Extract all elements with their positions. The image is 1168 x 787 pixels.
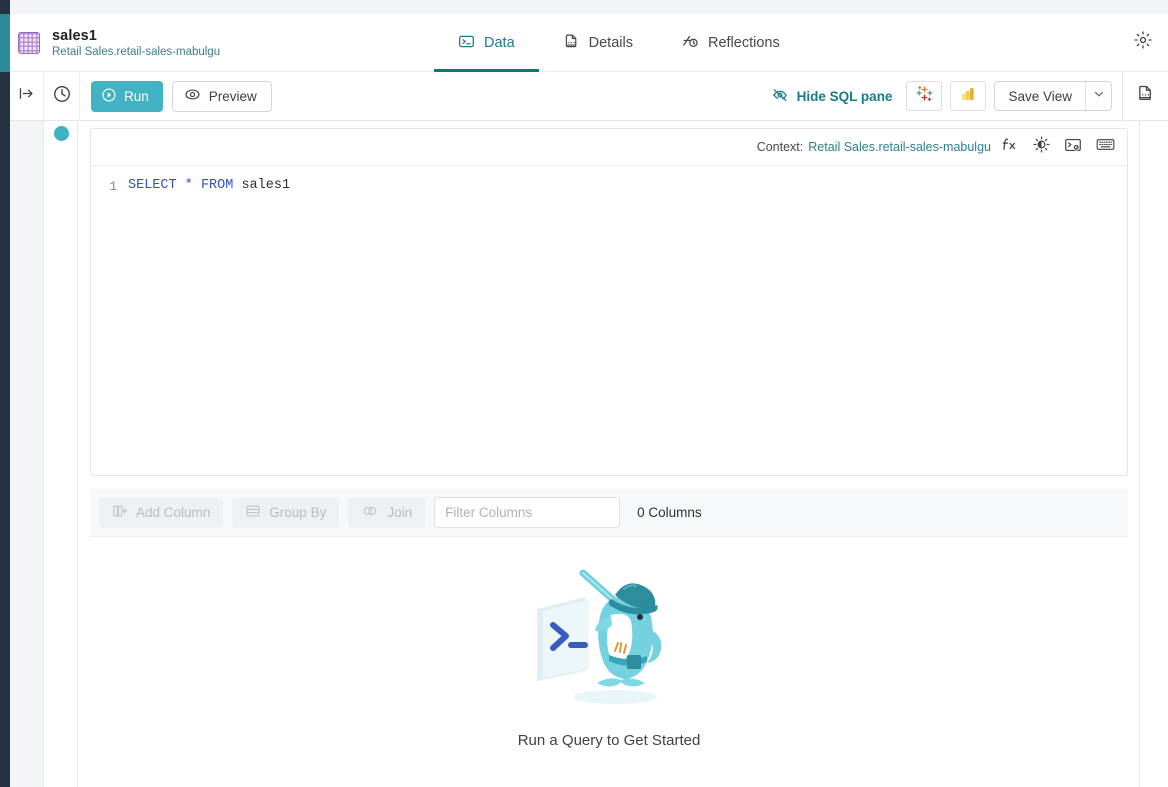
sql-code-editor[interactable]: 1 SELECT * FROM sales1 (91, 166, 1127, 197)
save-view-button[interactable]: Save View (994, 81, 1112, 111)
sql-space-1 (177, 178, 185, 193)
gear-icon (1133, 30, 1153, 55)
reflections-icon (681, 32, 699, 54)
sql-space-2 (193, 178, 201, 193)
join-label: Join (387, 505, 412, 520)
file-details-icon (563, 33, 580, 54)
main-content: Context: Retail Sales.retail-sales-mabul… (78, 121, 1140, 787)
page-header: sales1 Retail Sales.retail-sales-mabulgu… (10, 14, 1168, 72)
query-history-button[interactable] (44, 72, 80, 121)
tableau-button[interactable] (906, 81, 942, 111)
theme-brightness-button[interactable] (1027, 133, 1055, 161)
join-venn-icon (361, 502, 379, 523)
left-rail-accent (0, 14, 10, 72)
sql-keyword-select: SELECT (128, 178, 177, 193)
brightness-theme-icon (1032, 135, 1051, 159)
left-app-rail (0, 0, 10, 787)
sql-editor-panel: Context: Retail Sales.retail-sales-mabul… (90, 128, 1128, 476)
page-title: sales1 (52, 28, 220, 44)
terminal-prompt-icon (458, 33, 475, 54)
filter-columns-input[interactable] (434, 497, 620, 528)
action-toolbar: Run Preview (10, 72, 1168, 121)
settings-gear-button[interactable] (1128, 28, 1158, 58)
header-tabs: Data Details (434, 14, 804, 72)
columns-toolbar: Add Column Group By Join (90, 489, 1128, 537)
powerbi-icon (959, 85, 977, 108)
preview-button-label: Preview (209, 89, 257, 104)
tab-data-label: Data (484, 35, 515, 51)
save-view-label: Save View (995, 82, 1085, 110)
expand-panel-button[interactable] (10, 72, 44, 121)
chevron-down-icon (1093, 87, 1105, 105)
sql-keyword-from: FROM (201, 178, 233, 193)
run-button-label: Run (124, 89, 149, 104)
group-by-label: Group By (269, 505, 326, 520)
tab-reflections-label: Reflections (708, 35, 780, 51)
window-top-strip (0, 0, 1168, 14)
dremio-dataset-page: sales1 Retail Sales.retail-sales-mabulgu… (0, 0, 1168, 787)
right-side-panel (1140, 121, 1168, 787)
tableau-icon (915, 84, 934, 108)
add-column-icon (112, 503, 128, 522)
clock-history-icon (52, 84, 72, 109)
dataset-icon-wrap (18, 32, 40, 54)
add-column-label: Add Column (136, 505, 210, 520)
file-dataset-icon (1136, 84, 1155, 108)
play-circle-icon (101, 87, 117, 106)
tab-data[interactable]: Data (434, 14, 539, 72)
context-label: Context: (757, 140, 804, 154)
sql-table-name: sales1 (241, 178, 290, 193)
join-button[interactable]: Join (348, 498, 425, 528)
toolbar-right-group: Hide SQL pane (771, 72, 1168, 121)
dark-terminal-button[interactable] (1059, 133, 1087, 161)
sql-context-bar: Context: Retail Sales.retail-sales-mabul… (91, 129, 1127, 166)
empty-state-caption: Run a Query to Get Started (518, 732, 701, 749)
add-column-button[interactable]: Add Column (99, 498, 223, 528)
dataset-path-link[interactable]: Retail Sales.retail-sales-mabulgu (52, 46, 220, 58)
group-by-icon (245, 503, 261, 522)
save-view-dropdown[interactable] (1085, 82, 1111, 110)
tab-reflections[interactable]: Reflections (657, 14, 804, 72)
code-line-1: 1 SELECT * FROM sales1 (91, 176, 1127, 197)
eye-slash-icon (771, 86, 789, 107)
tab-details[interactable]: Details (539, 14, 657, 72)
keyboard-shortcuts-icon (1095, 134, 1116, 160)
line-number: 1 (91, 176, 117, 197)
query-status-column (44, 121, 78, 787)
run-button[interactable]: Run (91, 81, 163, 112)
sql-star: * (185, 178, 193, 193)
query-status-dot (54, 126, 69, 141)
dremio-narwhal-terminal-illustration (523, 551, 695, 716)
hide-sql-pane-button[interactable]: Hide SQL pane (771, 86, 893, 107)
group-by-button[interactable]: Group By (232, 498, 339, 528)
column-count-label: 0 Columns (637, 505, 702, 520)
hide-sql-pane-label: Hide SQL pane (797, 89, 893, 104)
preview-button[interactable]: Preview (172, 81, 272, 112)
function-fx-button[interactable] (995, 133, 1023, 161)
eye-icon (184, 86, 201, 106)
empty-state: Run a Query to Get Started (78, 551, 1140, 749)
code-content: SELECT * FROM sales1 (128, 176, 290, 196)
keyboard-shortcuts-button[interactable] (1091, 133, 1119, 161)
dark-terminal-icon (1063, 135, 1083, 160)
title-block: sales1 Retail Sales.retail-sales-mabulgu (52, 28, 220, 58)
purple-grid-dataset-icon (18, 32, 40, 54)
expand-panel-icon (17, 84, 36, 108)
powerbi-button[interactable] (950, 81, 986, 111)
tab-details-label: Details (589, 35, 633, 51)
context-value-link[interactable]: Retail Sales.retail-sales-mabulgu (808, 140, 991, 154)
function-fx-icon (1000, 135, 1019, 159)
left-spacer-column (10, 121, 44, 787)
dataset-settings-button[interactable] (1122, 72, 1168, 121)
